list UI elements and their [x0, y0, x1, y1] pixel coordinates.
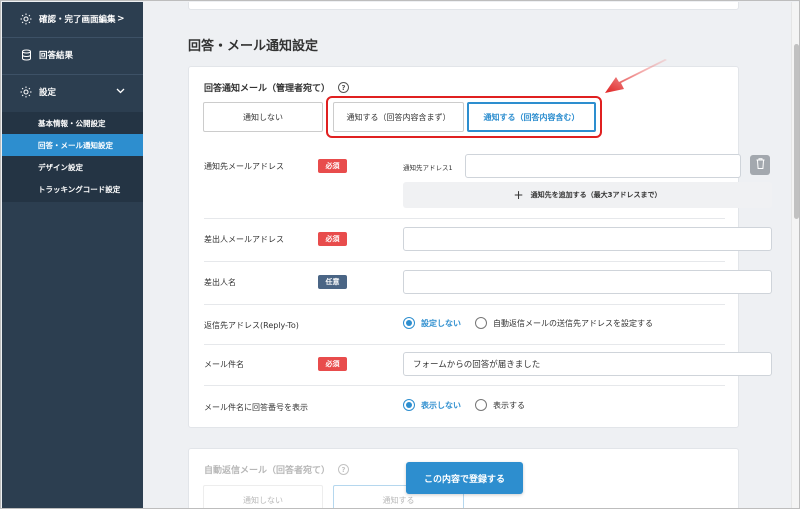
- trash-icon: [756, 158, 765, 172]
- radio-label: 表示しない: [421, 400, 461, 410]
- required-badge: 必須: [318, 232, 347, 246]
- chevron-right-icon: >: [117, 14, 125, 24]
- auto-reply-option-no-notify[interactable]: 通知しない: [203, 485, 323, 508]
- add-address-button[interactable]: + 通知先を追加する（最大3アドレスまで）: [403, 182, 772, 208]
- chevron-down-icon: [116, 87, 125, 97]
- sidebar: 確認・完了画面編集 > 回答結果 設定 基本情報・公開設定 回答・メール通知設定…: [2, 2, 143, 508]
- gear-icon: [20, 13, 32, 25]
- admin-mail-section-label: 回答通知メール（管理者宛て） ?: [204, 81, 350, 94]
- auto-reply-section-label: 自動返信メール（回答者宛て） ?: [204, 463, 350, 476]
- radio-label: 表示する: [493, 400, 525, 410]
- option-no-notify[interactable]: 通知しない: [203, 102, 323, 132]
- main-content: 回答・メール通知設定 回答通知メール（管理者宛て） ? 通知しない 通知する（回…: [143, 2, 791, 508]
- row-divider: [204, 304, 725, 305]
- database-icon: [20, 49, 32, 61]
- to-address-1-input[interactable]: [465, 154, 741, 178]
- to-address-1-label: 通知先アドレス1: [403, 164, 453, 172]
- row-divider: [204, 261, 725, 262]
- highlight-box: [326, 96, 602, 138]
- app-window: 確認・完了画面編集 > 回答結果 設定 基本情報・公開設定 回答・メール通知設定…: [0, 0, 800, 509]
- radio-reply-to-none[interactable]: [403, 317, 415, 329]
- subject-label: メール件名: [204, 360, 244, 369]
- sidebar-item-confirm-complete-edit[interactable]: 確認・完了画面編集 >: [2, 11, 143, 27]
- subject-input[interactable]: フォームからの回答が届きました: [403, 352, 772, 376]
- admin-mail-label: 回答通知メール（管理者宛て）: [204, 84, 331, 94]
- gear-icon: [20, 86, 32, 98]
- annotation-arrow-icon: [605, 59, 667, 93]
- page-title: 回答・メール通知設定: [188, 39, 319, 54]
- sidebar-subitem-answer-mail-settings[interactable]: 回答・メール通知設定: [2, 134, 143, 156]
- optional-badge: 任意: [318, 275, 347, 289]
- row-divider: [204, 344, 725, 345]
- sidebar-subitem-design[interactable]: デザイン設定: [2, 156, 143, 178]
- reply-to-radio-group: 設定しない 自動返信メールの送信先アドレスを設定する: [403, 317, 667, 329]
- sidebar-divider: [2, 37, 143, 38]
- help-icon[interactable]: ?: [338, 82, 350, 93]
- row-divider: [204, 385, 725, 386]
- submit-button[interactable]: この内容で登録する: [406, 462, 523, 494]
- help-icon[interactable]: ?: [338, 464, 350, 475]
- sidebar-divider: [2, 74, 143, 75]
- row-divider: [204, 218, 725, 219]
- required-badge: 必須: [318, 159, 347, 173]
- from-name-input[interactable]: [403, 270, 772, 294]
- radio-label: 自動返信メールの送信先アドレスを設定する: [493, 318, 653, 328]
- required-badge: 必須: [318, 357, 347, 371]
- scrollbar[interactable]: [791, 2, 799, 508]
- sidebar-subitem-basic-info[interactable]: 基本情報・公開設定: [2, 112, 143, 134]
- from-address-input[interactable]: [403, 227, 772, 251]
- radio-hide-number[interactable]: [403, 399, 415, 411]
- add-address-label: 通知先を追加する（最大3アドレスまで）: [530, 191, 662, 199]
- sidebar-item-label: 設定: [39, 88, 57, 98]
- scrollbar-thumb[interactable]: [794, 44, 799, 219]
- auto-reply-label: 自動返信メール（回答者宛て）: [204, 466, 331, 476]
- sidebar-item-label: 確認・完了画面編集: [39, 15, 116, 25]
- reply-to-label: 返信先アドレス(Reply-To): [204, 321, 299, 330]
- radio-label: 設定しない: [421, 318, 461, 328]
- show-number-radio-group: 表示しない 表示する: [403, 399, 539, 411]
- sidebar-subitem-tracking-code[interactable]: トラッキングコード設定: [2, 178, 143, 200]
- sidebar-item-results[interactable]: 回答結果: [2, 47, 143, 63]
- show-number-label: メール件名に回答番号を表示: [204, 403, 308, 412]
- admin-notification-card: 回答通知メール（管理者宛て） ? 通知しない 通知する（回答内容含まず） 通知す…: [188, 66, 772, 428]
- delete-address-button[interactable]: [750, 155, 770, 175]
- sidebar-item-settings[interactable]: 設定: [2, 84, 143, 100]
- plus-icon: +: [513, 188, 524, 202]
- from-name-label: 差出人名: [204, 278, 236, 287]
- radio-show-number[interactable]: [475, 399, 487, 411]
- to-address-label: 通知先メールアドレス: [204, 162, 284, 171]
- radio-reply-to-auto[interactable]: [475, 317, 487, 329]
- from-address-label: 差出人メールアドレス: [204, 235, 284, 244]
- sidebar-item-label: 回答結果: [39, 51, 74, 61]
- previous-card: [188, 2, 739, 10]
